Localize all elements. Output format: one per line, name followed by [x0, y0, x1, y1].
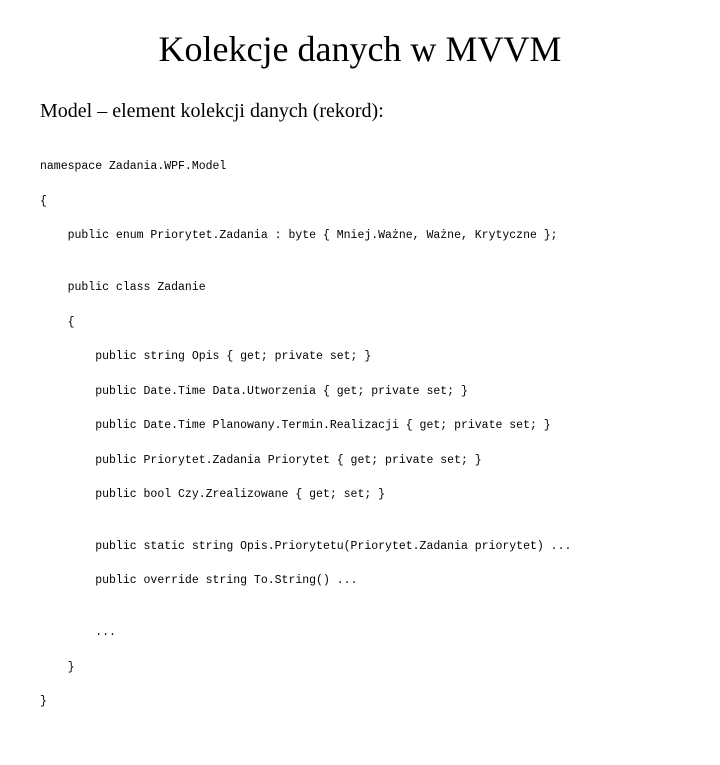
code-line: } — [40, 659, 680, 676]
code-line: { — [40, 314, 680, 331]
code-line: ... — [40, 624, 680, 641]
code-line: { — [40, 193, 680, 210]
slide: Kolekcje danych w MVVM Model – element k… — [0, 0, 720, 765]
code-line: public string Opis { get; private set; } — [40, 348, 680, 365]
code-line: public Date.Time Data.Utworzenia { get; … — [40, 383, 680, 400]
slide-subtitle: Model – element kolekcji danych (rekord)… — [40, 100, 680, 123]
code-line: public class Zadanie — [40, 279, 680, 296]
slide-title: Kolekcje danych w MVVM — [40, 28, 680, 70]
code-line: public override string To.String() ... — [40, 572, 680, 589]
code-line: public static string Opis.Priorytetu(Pri… — [40, 538, 680, 555]
code-line: public Date.Time Planowany.Termin.Realiz… — [40, 417, 680, 434]
code-line: public Priorytet.Zadania Priorytet { get… — [40, 452, 680, 469]
code-line: public bool Czy.Zrealizowane { get; set;… — [40, 486, 680, 503]
code-line: namespace Zadania.WPF.Model — [40, 158, 680, 175]
code-line: } — [40, 693, 680, 710]
code-block: namespace Zadania.WPF.Model { public enu… — [40, 141, 680, 745]
code-line: public enum Priorytet.Zadania : byte { M… — [40, 227, 680, 244]
